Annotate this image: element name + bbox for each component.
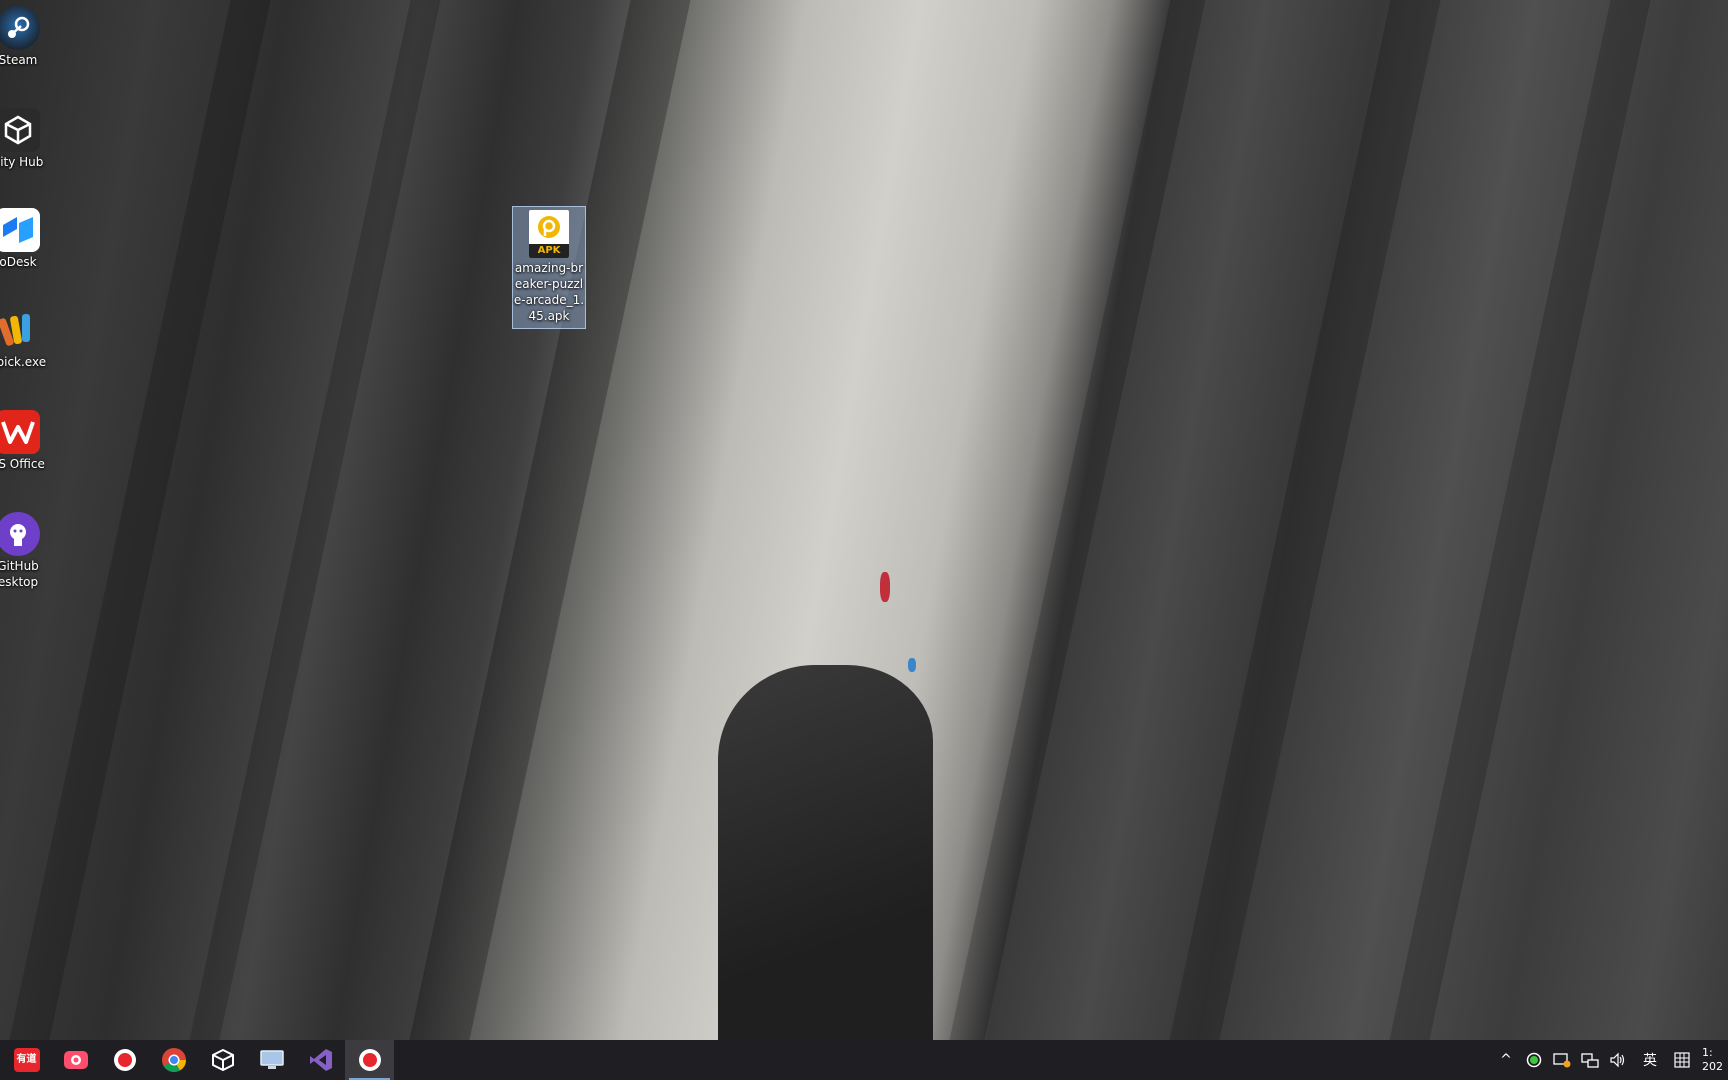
apk-file-label-line: eaker-puzzl — [514, 277, 584, 291]
unity-hub-icon — [0, 108, 40, 152]
chrome-icon — [161, 1048, 186, 1073]
input-method-indicator[interactable]: 英 — [1632, 1040, 1668, 1080]
show-hidden-icons-chevron[interactable]: ^ — [1492, 1040, 1520, 1080]
system-tray: ^ 英 1: 202 — [1492, 1040, 1728, 1080]
monitor-icon — [259, 1050, 284, 1069]
colorpick-icon — [0, 308, 40, 352]
desktop-wallpaper: Steam nity Hub oDesk cpick.exe PS Office… — [0, 0, 1728, 1080]
wps-office-icon — [0, 410, 40, 454]
todesk-icon — [0, 208, 40, 252]
desktop-icon-label: nity Hub — [0, 155, 44, 169]
desktop-icon-label: PS Office — [0, 457, 45, 471]
rock-texture — [1169, 0, 1441, 1040]
tray-notification-icon[interactable] — [1548, 1040, 1576, 1080]
record-icon — [358, 1049, 381, 1071]
desktop-icon-label: oDesk — [0, 255, 37, 269]
desktop-icon-github-desktop[interactable]: GitHub esktop — [0, 512, 58, 590]
tray-keyboard-icon[interactable] — [1668, 1040, 1696, 1080]
github-desktop-icon — [0, 512, 40, 556]
network-icon — [1581, 1053, 1599, 1068]
taskbar-app-unity[interactable] — [198, 1040, 247, 1080]
apk-file-label-line: e-arcade_1. — [513, 293, 585, 307]
camera-icon — [63, 1051, 88, 1069]
taskbar-app-youdao[interactable]: 有道 — [2, 1040, 51, 1080]
taskbar-app-recorder-2[interactable] — [345, 1040, 394, 1080]
desktop-icon-label: cpick.exe — [0, 355, 47, 369]
apk-file-icon: APK — [529, 210, 569, 258]
climber-blue — [908, 658, 916, 672]
desktop-icon-label: GitHub esktop — [0, 559, 39, 589]
taskbar-app-recorder-1[interactable] — [100, 1040, 149, 1080]
taskbar-app-screen-recorder[interactable] — [51, 1040, 100, 1080]
taskbar: 有道 ^ 英 1: 202 — [0, 1040, 1728, 1080]
clock-time: 1: — [1702, 1046, 1713, 1059]
alert-icon — [1553, 1053, 1571, 1068]
taskbar-app-visual-studio[interactable] — [296, 1040, 345, 1080]
climber-red — [880, 572, 890, 602]
desktop-icon-colorpick[interactable]: cpick.exe — [0, 308, 58, 370]
desktop-icon-label: Steam — [0, 53, 38, 67]
desktop-icon-todesk[interactable]: oDesk — [0, 208, 58, 270]
rock-boulder — [718, 665, 933, 1045]
grid-icon — [1674, 1052, 1690, 1068]
youdao-icon: 有道 — [13, 1048, 40, 1072]
tray-network-icon[interactable] — [1576, 1040, 1604, 1080]
tray-status-icon[interactable] — [1520, 1040, 1548, 1080]
desktop-icon-wps-office[interactable]: PS Office — [0, 410, 58, 472]
desktop-icon-steam[interactable]: Steam — [0, 6, 58, 68]
steam-icon — [0, 6, 40, 50]
taskbar-app-file-explorer[interactable] — [247, 1040, 296, 1080]
desktop-icon-unity-hub[interactable]: nity Hub — [0, 108, 58, 170]
rock-texture — [1389, 0, 1651, 1040]
status-circle-icon — [1526, 1052, 1542, 1068]
apk-file-label-line: amazing-br — [514, 261, 584, 275]
unity-icon — [211, 1048, 234, 1072]
tray-volume-icon[interactable] — [1604, 1040, 1632, 1080]
rock-texture — [949, 0, 1206, 1040]
volume-icon — [1610, 1052, 1625, 1068]
apk-file-label-line: 45.apk — [528, 309, 570, 323]
taskbar-clock[interactable]: 1: 202 — [1696, 1040, 1728, 1080]
visual-studio-icon — [309, 1049, 332, 1071]
rock-texture — [409, 0, 691, 1040]
clock-date: 202 — [1702, 1060, 1723, 1073]
taskbar-app-chrome[interactable] — [149, 1040, 198, 1080]
record-icon — [113, 1049, 136, 1071]
apk-badge: APK — [529, 244, 569, 258]
desktop-file-apk[interactable]: APK amazing-br eaker-puzzl e-arcade_1. 4… — [512, 206, 586, 329]
